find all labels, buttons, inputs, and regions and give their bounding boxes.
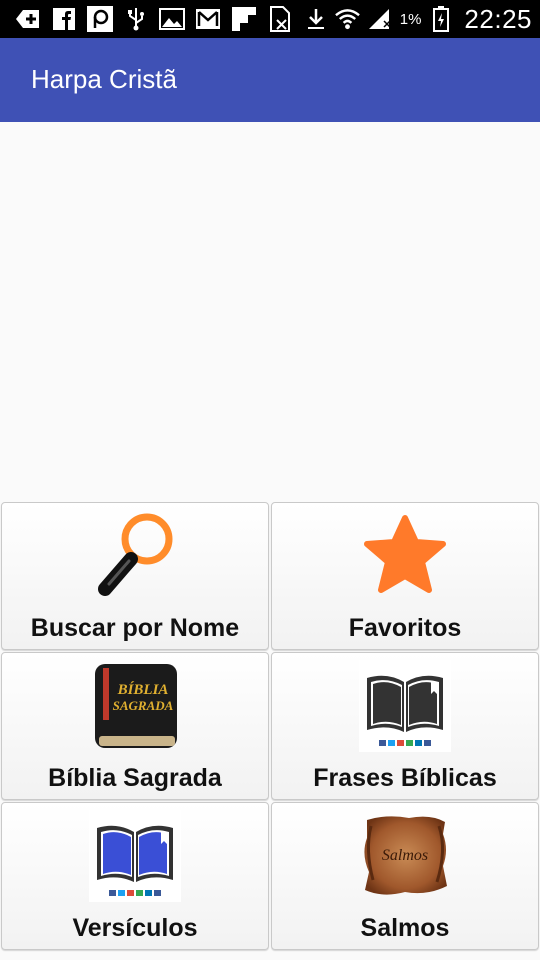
tile-label: Bíblia Sagrada (48, 764, 222, 792)
parchment-scroll-icon: Salmos (357, 810, 453, 907)
clock: 22:25 (464, 3, 532, 34)
usb-icon (122, 7, 149, 31)
tile-label: Frases Bíblicas (313, 764, 497, 792)
gallery-icon (158, 7, 185, 31)
magnifier-icon (85, 509, 185, 608)
no-sim-icon (266, 6, 293, 32)
content-area (0, 122, 540, 500)
biblia-sagrada-button[interactable]: BÍBLIA SAGRADA Bíblia Sagrada (1, 652, 269, 800)
app-title: Harpa Cristã (31, 64, 177, 94)
open-book-icon (359, 659, 451, 757)
scroll-text: Salmos (382, 847, 428, 864)
star-icon (359, 510, 451, 607)
flipboard-icon (230, 7, 257, 31)
add-icon (14, 7, 41, 31)
tile-label: Favoritos (348, 614, 462, 642)
app-bar: Harpa Cristã (0, 38, 540, 122)
buscar-por-nome-button[interactable]: Buscar por Nome (1, 502, 269, 650)
open-book-blue-icon (89, 809, 181, 907)
facebook-icon (50, 7, 77, 31)
bible-book-icon: BÍBLIA SAGRADA (89, 660, 181, 757)
favoritos-button[interactable]: Favoritos (271, 502, 539, 650)
menu-grid: Buscar por Nome Favoritos BÍBLIA SAGRADA (0, 502, 540, 952)
notification-icons (0, 6, 329, 32)
signal-icon (367, 7, 394, 31)
wifi-icon (334, 7, 361, 31)
bible-cover-text-1: BÍBLIA (117, 681, 169, 698)
salmos-button[interactable]: Salmos Salmos (271, 802, 539, 950)
p-app-icon (86, 6, 113, 32)
tile-label: Salmos (360, 914, 450, 942)
gmail-icon (194, 7, 221, 31)
battery-percent: 1% (399, 10, 422, 28)
status-indicators: 1% 22:25 (334, 0, 532, 38)
frases-biblicas-button[interactable]: Frases Bíblicas (271, 652, 539, 800)
versiculos-button[interactable]: Versículos (1, 802, 269, 950)
tile-label: Buscar por Nome (30, 614, 240, 642)
battery-icon (427, 6, 454, 32)
bible-cover-text-2: SAGRADA (113, 698, 174, 713)
tile-label: Versículos (72, 914, 198, 942)
download-icon (302, 7, 329, 31)
status-bar: 1% 22:25 (0, 0, 540, 38)
